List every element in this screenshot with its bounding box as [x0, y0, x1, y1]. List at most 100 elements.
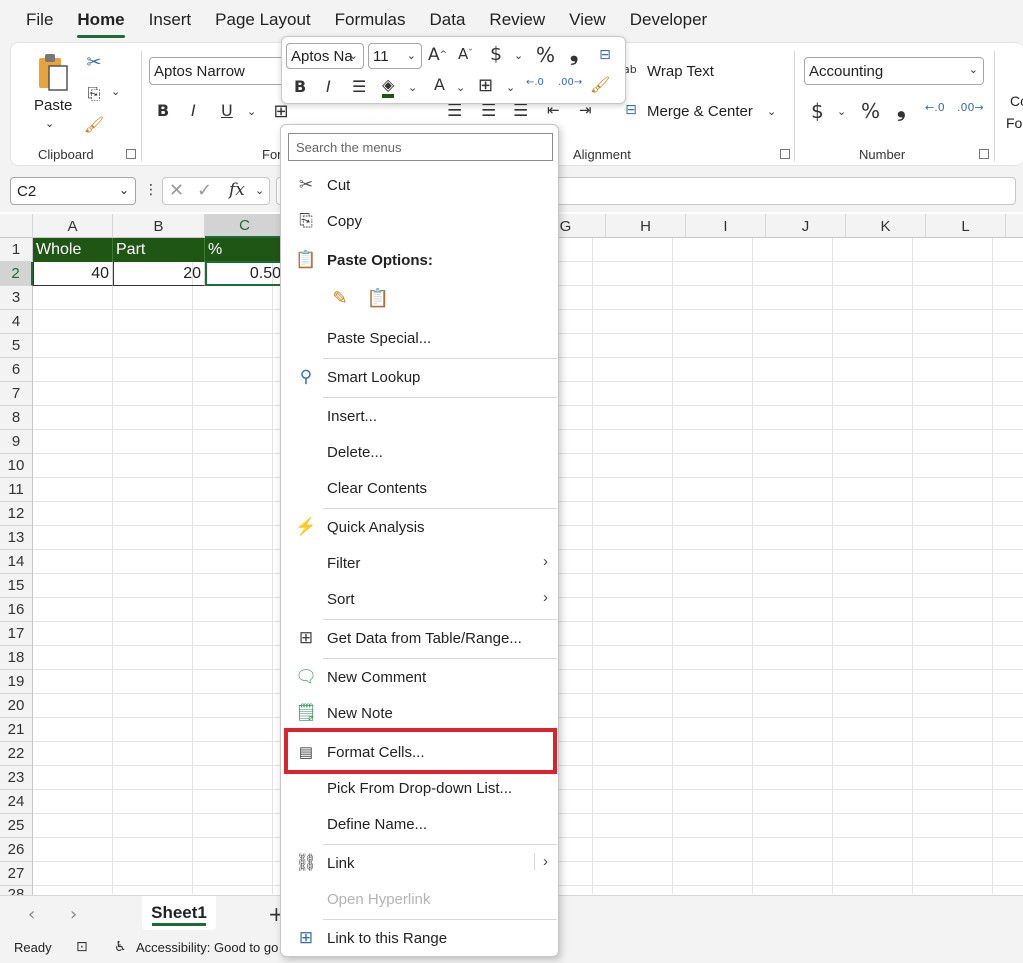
- fill-color-icon[interactable]: ◈: [382, 75, 395, 98]
- row-header[interactable]: 24: [0, 790, 33, 814]
- tab-data[interactable]: Data: [418, 10, 478, 38]
- column-header-h[interactable]: H: [606, 214, 686, 238]
- select-all-corner[interactable]: [0, 214, 33, 238]
- name-box[interactable]: C2 ⌄: [10, 177, 136, 205]
- chevron-down-icon[interactable]: ⌄: [514, 49, 523, 62]
- underline-icon[interactable]: U: [221, 101, 233, 120]
- menu-item-smart-lookup[interactable]: ⚲ Smart Lookup: [281, 360, 558, 394]
- chevron-down-icon[interactable]: ⌄: [767, 105, 776, 118]
- cell-b1[interactable]: Part: [113, 238, 205, 262]
- copy-icon[interactable]: ⎘: [83, 83, 105, 105]
- merge-center-icon[interactable]: ⊟: [594, 45, 616, 65]
- tab-view[interactable]: View: [557, 10, 618, 38]
- menu-item-clear-contents[interactable]: Clear Contents: [281, 471, 558, 505]
- mini-size-box[interactable]: 11 ⌄: [368, 43, 422, 69]
- chevron-down-icon[interactable]: ⌄: [408, 81, 417, 94]
- column-header-c[interactable]: C: [205, 214, 285, 238]
- row-header[interactable]: 17: [0, 622, 33, 646]
- conditional-formatting-partial[interactable]: Co: [1010, 93, 1023, 109]
- menu-item-insert[interactable]: Insert...: [281, 399, 558, 433]
- menu-item-filter[interactable]: Filter ›: [281, 546, 558, 580]
- row-header[interactable]: 9: [0, 430, 33, 454]
- menu-item-sort[interactable]: Sort ›: [281, 582, 558, 616]
- status-accessibility[interactable]: Accessibility: Good to go: [136, 940, 280, 955]
- cell-b2[interactable]: 20: [113, 262, 205, 286]
- row-header[interactable]: 10: [0, 454, 33, 478]
- comma-style-icon[interactable]: ❟: [570, 41, 578, 66]
- menu-item-define-name[interactable]: Define Name...: [281, 807, 558, 841]
- tab-page-layout[interactable]: Page Layout: [203, 10, 322, 38]
- tab-file[interactable]: File: [14, 10, 65, 38]
- align-left-icon[interactable]: ☰: [447, 101, 462, 121]
- format-table-partial[interactable]: Fo: [1006, 115, 1022, 131]
- increase-font-icon[interactable]: A ^: [428, 45, 447, 65]
- bold-icon[interactable]: B: [294, 77, 306, 96]
- row-header[interactable]: 16: [0, 598, 33, 622]
- increase-decimal-icon[interactable]: ←.0: [925, 101, 945, 114]
- increase-decimal-icon[interactable]: ←.0: [526, 77, 544, 88]
- scroll-left-icon[interactable]: ‹: [28, 904, 35, 925]
- chevron-down-icon[interactable]: ⌄: [247, 105, 256, 118]
- row-header[interactable]: 15: [0, 574, 33, 598]
- chevron-down-icon[interactable]: ⌄: [837, 105, 846, 118]
- bold-icon[interactable]: B: [157, 101, 169, 120]
- comma-style-icon[interactable]: ❟: [897, 97, 906, 122]
- column-header-b[interactable]: B: [113, 214, 205, 238]
- dialog-launcher-icon[interactable]: [979, 149, 989, 159]
- menu-item-link[interactable]: ⛓ Link ›: [281, 846, 558, 880]
- scroll-right-icon[interactable]: ›: [70, 904, 77, 925]
- merge-center-icon[interactable]: ⊟: [621, 101, 641, 119]
- wrap-text-button[interactable]: Wrap Text: [647, 63, 714, 80]
- number-format-box[interactable]: Accounting ⌄: [804, 57, 984, 85]
- row-header[interactable]: 19: [0, 670, 33, 694]
- row-header[interactable]: 23: [0, 766, 33, 790]
- row-header[interactable]: 27: [0, 862, 33, 886]
- chevron-down-icon[interactable]: ⌄: [456, 81, 465, 94]
- align-right-icon[interactable]: ☰: [513, 101, 528, 121]
- merge-center-button[interactable]: Merge & Center: [647, 103, 753, 120]
- row-header[interactable]: 18: [0, 646, 33, 670]
- tab-review[interactable]: Review: [477, 10, 557, 38]
- percent-icon[interactable]: %: [861, 99, 880, 123]
- font-name-box[interactable]: Aptos Narrow: [149, 57, 289, 85]
- cell-a1[interactable]: Whole: [33, 238, 113, 262]
- more-options-icon[interactable]: ⋮: [144, 182, 158, 198]
- row-header[interactable]: 1: [0, 238, 33, 262]
- tab-developer[interactable]: Developer: [618, 10, 720, 38]
- tab-formulas[interactable]: Formulas: [323, 10, 418, 38]
- enter-icon[interactable]: ✓: [197, 180, 212, 201]
- dialog-launcher-icon[interactable]: [780, 149, 790, 159]
- cell-a2[interactable]: 40: [33, 262, 113, 286]
- row-header[interactable]: 4: [0, 310, 33, 334]
- cancel-icon[interactable]: ✕: [169, 180, 184, 201]
- row-header[interactable]: 25: [0, 814, 33, 838]
- tab-insert[interactable]: Insert: [137, 10, 204, 38]
- column-header-a[interactable]: A: [33, 214, 113, 238]
- align-center-icon[interactable]: ☰: [481, 101, 496, 121]
- macro-recording-icon[interactable]: ⊡: [76, 939, 88, 955]
- borders-icon[interactable]: ⊞: [478, 75, 493, 96]
- menu-item-quick-analysis[interactable]: ⚡ Quick Analysis: [281, 510, 558, 544]
- paste-button[interactable]: Paste: [34, 97, 72, 114]
- row-header[interactable]: 22: [0, 742, 33, 766]
- row-header[interactable]: 20: [0, 694, 33, 718]
- row-header[interactable]: 7: [0, 382, 33, 406]
- sheet-tab-sheet1[interactable]: Sheet1: [142, 896, 216, 930]
- menu-item-copy[interactable]: ⎘ Copy: [281, 204, 558, 238]
- currency-icon[interactable]: $: [490, 43, 502, 65]
- chevron-down-icon[interactable]: ⌄: [45, 117, 54, 130]
- row-header[interactable]: 13: [0, 526, 33, 550]
- menu-item-link-range[interactable]: ⊞ Link to this Range: [281, 921, 558, 955]
- currency-icon[interactable]: $: [811, 99, 824, 123]
- row-header[interactable]: 5: [0, 334, 33, 358]
- row-header[interactable]: 12: [0, 502, 33, 526]
- decrease-decimal-icon[interactable]: .00→: [558, 77, 582, 88]
- insert-function-button[interactable]: fx: [229, 180, 245, 200]
- row-header[interactable]: 14: [0, 550, 33, 574]
- row-header[interactable]: 21: [0, 718, 33, 742]
- dialog-launcher-icon[interactable]: [126, 149, 136, 159]
- cell-c1[interactable]: %: [205, 238, 285, 262]
- menu-item-delete[interactable]: Delete...: [281, 435, 558, 469]
- mini-font-box[interactable]: Aptos Na ⌄: [286, 43, 364, 69]
- column-header-j[interactable]: J: [766, 214, 846, 238]
